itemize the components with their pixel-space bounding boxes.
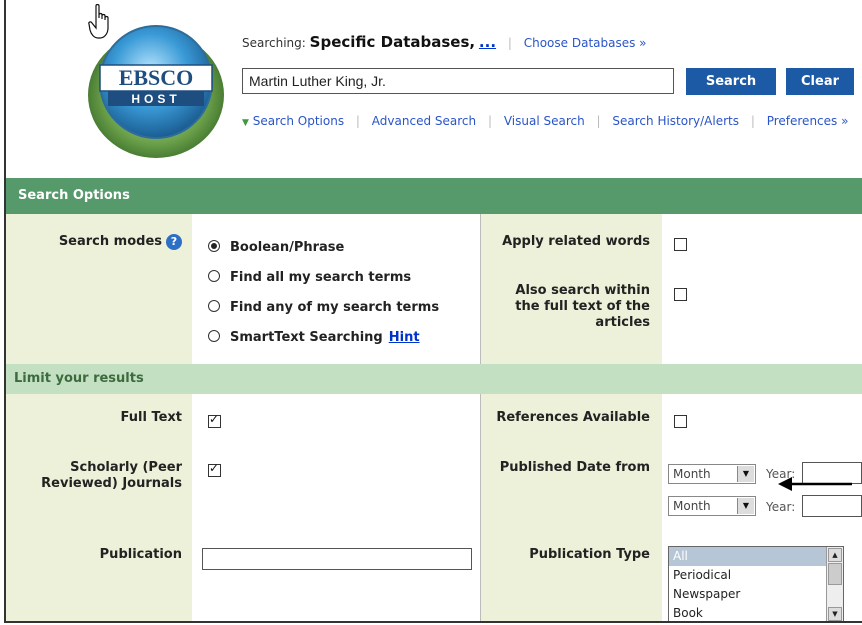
scroll-thumb[interactable] [828, 563, 842, 585]
pub-type-option[interactable]: All [669, 547, 843, 566]
limit-results-title: Limit your results [14, 371, 144, 386]
publication-type-label: Publication Type [529, 547, 650, 562]
pub-type-option[interactable]: Newspaper [669, 585, 843, 604]
mode-find-all[interactable]: Find all my search terms [208, 270, 411, 285]
search-links-bar: ▼ Search Options | Advanced Search | Vis… [242, 114, 849, 128]
radio-icon[interactable] [208, 300, 220, 312]
published-date-label: Published Date from [499, 460, 650, 475]
visual-search-link[interactable]: Visual Search [504, 114, 585, 128]
mode-boolean[interactable]: Boolean/Phrase [208, 240, 344, 255]
searching-label: Searching: [242, 36, 306, 50]
date-to-year-label: Year: [766, 500, 796, 514]
limit-results-header: Limit your results [6, 364, 862, 394]
full-text-label: Full Text [120, 410, 182, 425]
hint-link[interactable]: Hint [389, 330, 420, 345]
search-options-link[interactable]: Search Options [253, 114, 344, 128]
help-question-icon[interactable]: ? [166, 234, 182, 250]
arrow-left-icon [778, 477, 852, 491]
date-from-month-select[interactable]: Month ▼ [668, 464, 756, 484]
searching-line: Searching: Specific Databases, ... | Cho… [242, 33, 647, 51]
dropdown-arrow-icon[interactable]: ▼ [737, 498, 754, 514]
triangle-down-icon: ▼ [242, 118, 249, 128]
scholarly-label: Scholarly (Peer Reviewed) Journals [41, 460, 182, 491]
search-options-header: Search Options [6, 178, 862, 214]
publication-type-listbox[interactable]: All Periodical Newspaper Book ▲ ▼ [668, 546, 844, 621]
logo-ebsco-text: EBSCO [119, 65, 194, 90]
full-text-checkbox[interactable] [208, 412, 221, 428]
limits-label-column [6, 394, 192, 621]
scholarly-checkbox[interactable] [208, 461, 221, 477]
choose-databases-link[interactable]: Choose Databases » [524, 36, 647, 50]
publication-label: Publication [99, 547, 182, 562]
mode-find-any[interactable]: Find any of my search terms [208, 300, 439, 315]
searching-databases: Specific Databases, [309, 33, 476, 51]
clear-button[interactable]: Clear [786, 68, 854, 95]
publication-input[interactable] [202, 548, 472, 570]
mode-smarttext[interactable]: SmartText Searching Hint [208, 330, 420, 345]
dropdown-arrow-icon[interactable]: ▼ [737, 466, 754, 482]
apply-related-checkbox[interactable] [674, 238, 687, 251]
date-to-month-select[interactable]: Month ▼ [668, 496, 756, 516]
search-options-title: Search Options [18, 188, 130, 203]
search-button[interactable]: Search [686, 68, 776, 95]
preferences-link[interactable]: Preferences » [767, 114, 849, 128]
pub-type-option[interactable]: Periodical [669, 566, 843, 585]
search-history-link[interactable]: Search History/Alerts [612, 114, 739, 128]
search-input[interactable] [242, 68, 674, 94]
advanced-search-link[interactable]: Advanced Search [372, 114, 476, 128]
apply-related-label: Apply related words [502, 234, 650, 249]
scroll-up-icon[interactable]: ▲ [828, 548, 842, 562]
radio-icon[interactable] [208, 330, 220, 342]
pub-type-option[interactable]: Book [669, 604, 843, 621]
more-databases-link[interactable]: ... [479, 33, 496, 51]
scroll-down-icon[interactable]: ▼ [828, 607, 842, 621]
references-label: References Available [496, 410, 650, 425]
listbox-scrollbar[interactable]: ▲ ▼ [826, 547, 843, 621]
also-search-checkbox[interactable] [674, 288, 687, 301]
search-modes-label: Search modes? [26, 234, 182, 250]
radio-icon[interactable] [208, 270, 220, 282]
ebsco-page: EBSCO HOST Searching: Specific Databases… [4, 0, 862, 623]
also-search-label: Also search within the full text of the … [515, 283, 650, 330]
logo-host-text: HOST [131, 92, 180, 106]
radio-selected-icon[interactable] [208, 240, 220, 252]
date-to-year-input[interactable] [802, 495, 862, 517]
limits-label-column-right [480, 394, 662, 621]
references-checkbox[interactable] [674, 415, 687, 428]
hand-cursor-icon [88, 4, 109, 39]
